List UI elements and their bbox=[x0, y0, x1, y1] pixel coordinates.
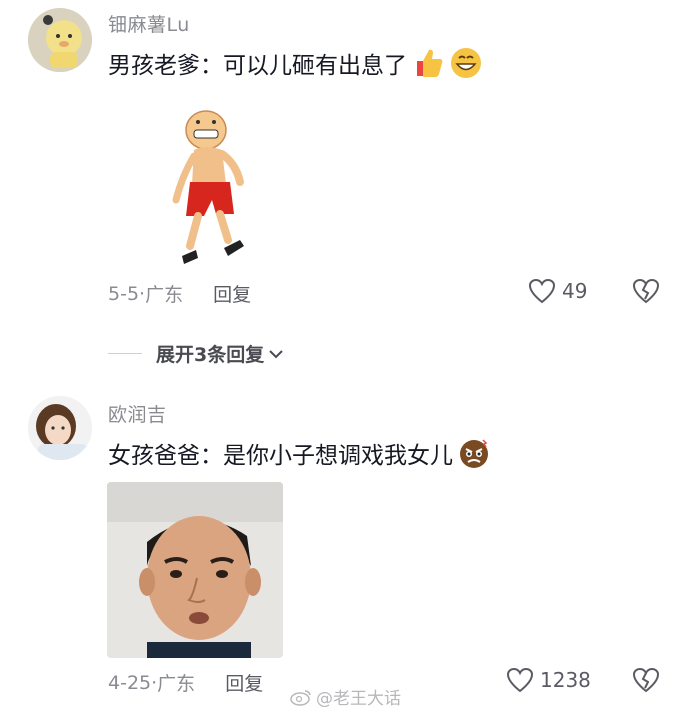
expand-replies-button[interactable]: 展开3条回复 bbox=[108, 340, 284, 367]
reply-button[interactable]: 回复 bbox=[225, 669, 263, 696]
angry-face-icon bbox=[457, 436, 491, 470]
comment-text: 女孩爸爸：是你小子想调戏我女儿 bbox=[108, 436, 491, 470]
avatar[interactable] bbox=[28, 396, 92, 460]
comment-text-content: 女孩爸爸：是你小子想调戏我女儿 bbox=[108, 443, 453, 469]
grinning-face-icon bbox=[449, 46, 483, 80]
heart-icon bbox=[528, 278, 556, 304]
comment-date: 4-25 bbox=[108, 671, 152, 694]
divider bbox=[108, 353, 142, 354]
comment-location: 广东 bbox=[157, 673, 196, 695]
chevron-down-icon bbox=[269, 349, 283, 358]
like-count: 1238 bbox=[540, 668, 591, 692]
comment-date: 5-5 bbox=[108, 282, 140, 305]
expand-label: 展开3条回复 bbox=[156, 344, 265, 366]
thumbs-up-icon bbox=[411, 46, 445, 80]
like-button[interactable]: 49 bbox=[528, 278, 587, 304]
username[interactable]: 欧润吉 bbox=[108, 400, 167, 427]
comment-meta: 4-25 · 广东 回复 bbox=[108, 669, 263, 696]
comment-text: 男孩老爹：可以儿砸有出息了 bbox=[108, 46, 483, 80]
dislike-button[interactable] bbox=[632, 278, 660, 308]
like-button[interactable]: 1238 bbox=[506, 667, 591, 693]
reaction-photo[interactable] bbox=[107, 482, 283, 658]
broken-heart-icon bbox=[632, 278, 660, 304]
comment-text-content: 男孩老爹：可以儿砸有出息了 bbox=[108, 53, 407, 79]
avatar[interactable] bbox=[28, 8, 92, 72]
weibo-logo-icon bbox=[290, 689, 311, 706]
comment-meta: 5-5 · 广东 回复 bbox=[108, 280, 251, 307]
reply-button[interactable]: 回复 bbox=[213, 280, 251, 307]
watermark-text: @老王大话 bbox=[316, 689, 401, 709]
dancing-sticker-image[interactable] bbox=[168, 108, 258, 272]
like-count: 49 bbox=[562, 279, 588, 303]
watermark: @老王大话 bbox=[290, 684, 401, 709]
dislike-button[interactable] bbox=[632, 667, 660, 697]
comment-location: 广东 bbox=[145, 284, 184, 306]
username[interactable]: 钿麻薯Lu bbox=[108, 10, 190, 37]
broken-heart-icon bbox=[632, 667, 660, 693]
heart-icon bbox=[506, 667, 534, 693]
